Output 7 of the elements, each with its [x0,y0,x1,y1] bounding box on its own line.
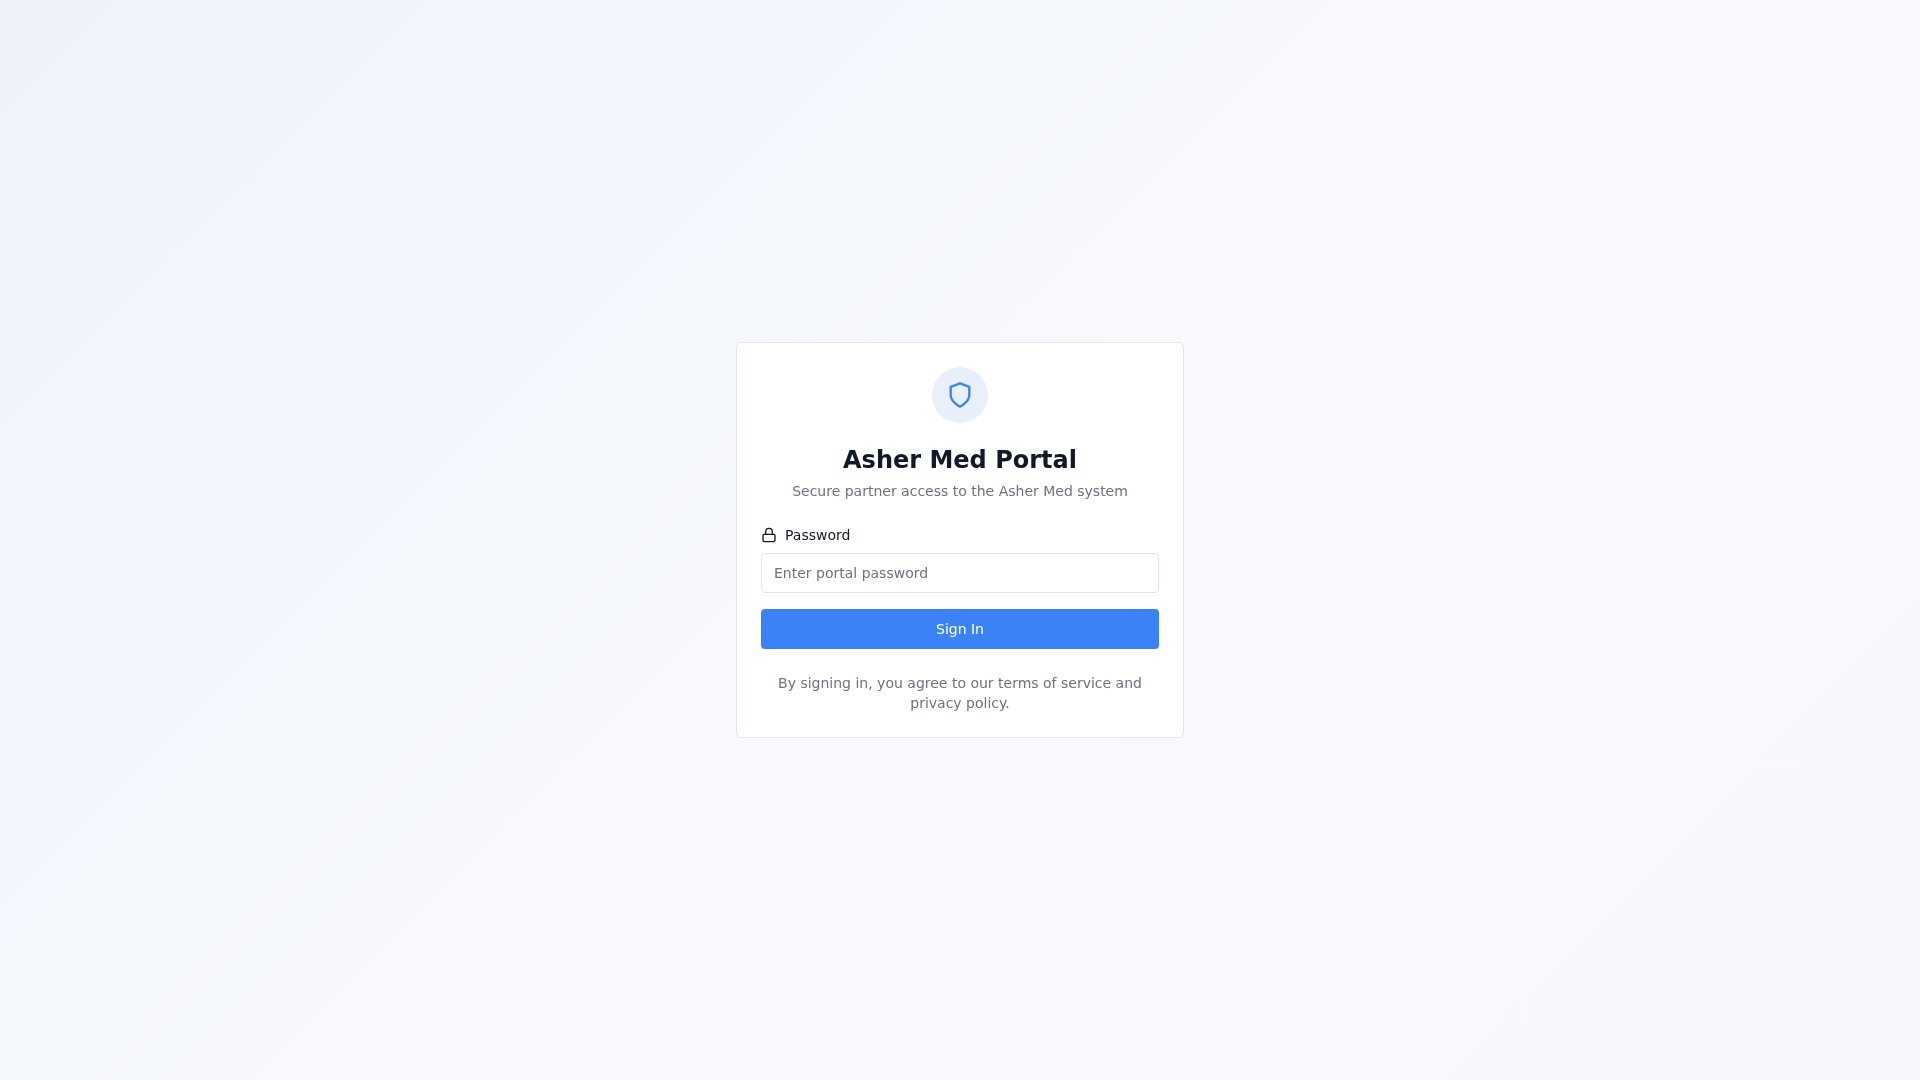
lock-icon [761,527,777,543]
portal-subtitle: Secure partner access to the Asher Med system [791,482,1129,501]
terms-note: By signing in, you agree to our terms of service and privacy policy. [777,674,1143,713]
password-label: Password [785,526,851,545]
portal-title: Asher Med Portal [842,445,1078,475]
password-field[interactable]: Enter portal password [761,553,1159,593]
sign-in-button[interactable]: Sign In [761,609,1159,649]
